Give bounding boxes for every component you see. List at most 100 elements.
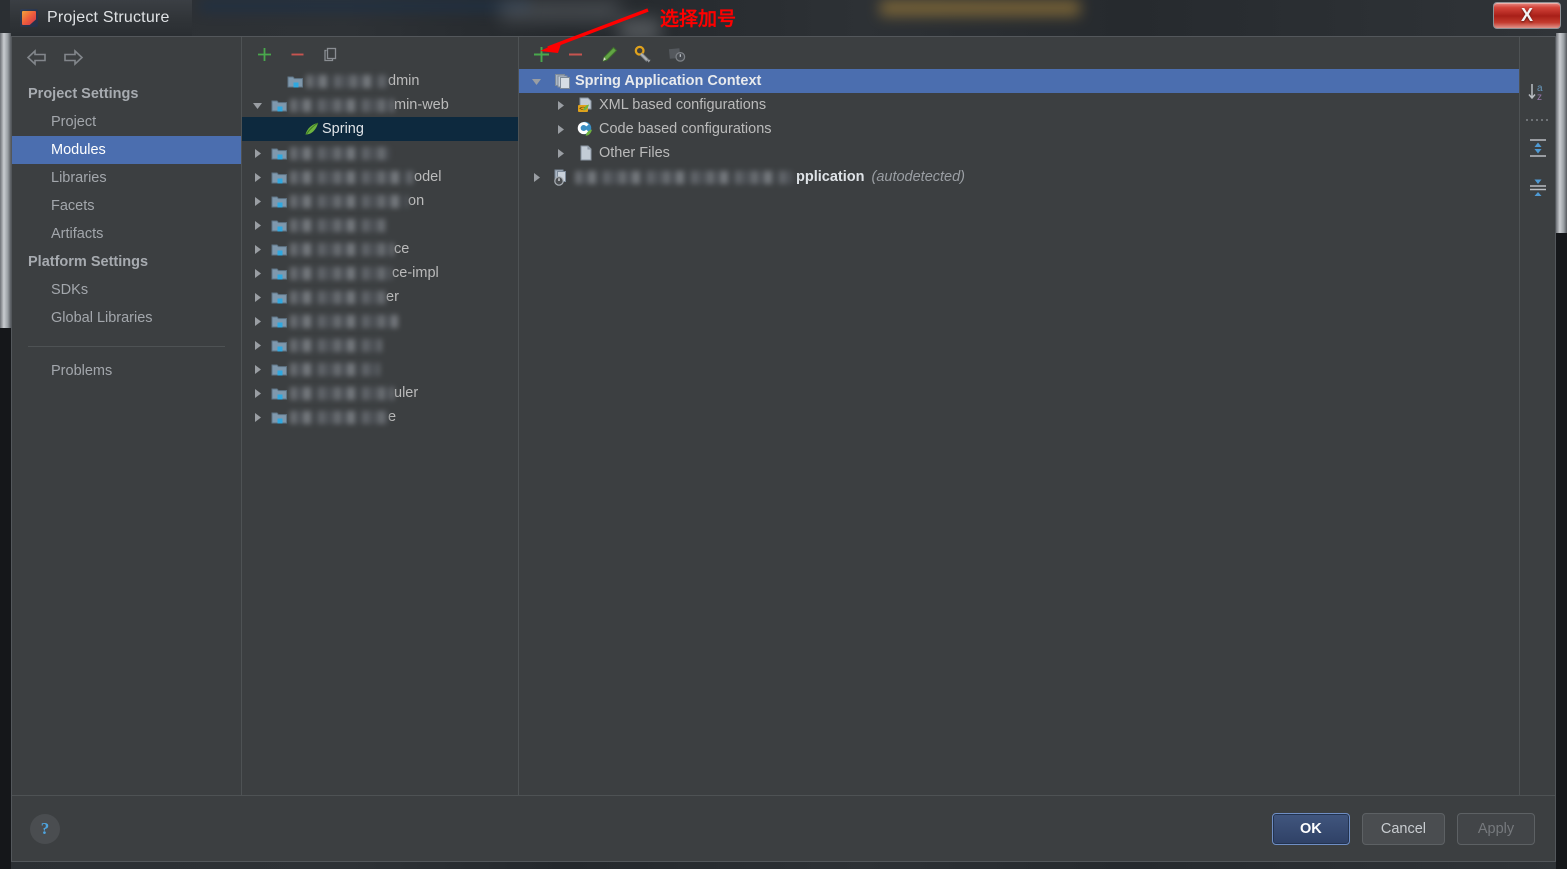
ok-button[interactable]: OK bbox=[1271, 812, 1350, 845]
twisty-collapsed-icon[interactable] bbox=[246, 172, 268, 183]
xml-config-icon: <> bbox=[573, 97, 599, 113]
module-tree-row[interactable]: uler bbox=[242, 381, 518, 405]
redacted-text bbox=[290, 194, 408, 208]
arrow-left-icon[interactable] bbox=[26, 49, 48, 66]
module-tree-row[interactable] bbox=[242, 213, 518, 237]
module-row-suffix: odel bbox=[414, 169, 442, 185]
module-icon bbox=[268, 362, 290, 377]
add-facet-button[interactable] bbox=[531, 44, 551, 64]
sidebar-item-libraries[interactable]: Libraries bbox=[12, 164, 241, 192]
configure-facet-button[interactable] bbox=[633, 44, 653, 64]
sidebar-divider bbox=[28, 346, 225, 347]
twisty-collapsed-icon[interactable] bbox=[547, 124, 573, 135]
project-structure-dialog: Project Settings Project Modules Librari… bbox=[11, 36, 1556, 862]
module-tree-row[interactable]: on bbox=[242, 189, 518, 213]
cancel-button[interactable]: Cancel bbox=[1361, 812, 1445, 845]
twisty-collapsed-icon[interactable] bbox=[246, 268, 268, 279]
edit-facet-button[interactable] bbox=[599, 44, 619, 64]
module-row-suffix: ce-impl bbox=[392, 265, 439, 281]
sidebar-item-facets[interactable]: Facets bbox=[12, 192, 241, 220]
module-tree-row[interactable]: min-web bbox=[242, 93, 518, 117]
twisty-collapsed-icon[interactable] bbox=[246, 340, 268, 351]
remove-module-button[interactable] bbox=[287, 44, 307, 64]
module-icon bbox=[268, 146, 290, 161]
module-row-label: uler bbox=[290, 385, 418, 401]
svg-text:z: z bbox=[1537, 92, 1542, 103]
sidebar-item-project[interactable]: Project bbox=[12, 108, 241, 136]
facet-detail-panel: Spring Application Context <> XML based co… bbox=[519, 37, 1519, 795]
module-row-label: min-web bbox=[290, 97, 449, 113]
question-mark-icon[interactable]: ? bbox=[30, 813, 60, 844]
twisty-collapsed-icon[interactable] bbox=[547, 148, 573, 159]
twisty-collapsed-icon[interactable] bbox=[246, 388, 268, 399]
settings-sidebar: Project Settings Project Modules Librari… bbox=[12, 37, 242, 795]
remove-facet-button[interactable] bbox=[565, 44, 585, 64]
twisty-collapsed-icon[interactable] bbox=[246, 292, 268, 303]
arrow-right-icon[interactable] bbox=[62, 49, 84, 66]
window-scrollbar-right[interactable] bbox=[1556, 33, 1567, 869]
facet-tree-row[interactable]: Other Files bbox=[519, 141, 1519, 165]
facet-row-text: XML based configurations bbox=[599, 97, 767, 113]
module-row-label: on bbox=[290, 193, 424, 209]
module-row-suffix: er bbox=[386, 289, 399, 305]
sidebar-group-platform-settings: Platform Settings bbox=[28, 254, 149, 270]
module-tree-row[interactable]: dmin bbox=[242, 69, 518, 93]
redacted-text bbox=[290, 146, 390, 160]
twisty-expanded-icon[interactable] bbox=[246, 100, 268, 111]
sidebar-item-modules[interactable]: Modules bbox=[12, 136, 241, 164]
sidebar-item-sdks[interactable]: SDKs bbox=[12, 276, 241, 304]
module-icon bbox=[268, 170, 290, 185]
module-tree-row[interactable]: er bbox=[242, 285, 518, 309]
module-tree-row[interactable]: e bbox=[242, 405, 518, 429]
modules-tree[interactable]: dmin min-web Spring odel on ce ce-impl er uler e bbox=[242, 67, 518, 795]
redacted-text bbox=[290, 386, 394, 400]
add-module-button[interactable] bbox=[254, 44, 274, 64]
twisty-collapsed-icon[interactable] bbox=[246, 148, 268, 159]
copy-module-button[interactable] bbox=[320, 44, 340, 64]
module-row-label bbox=[290, 313, 398, 329]
twisty-collapsed-icon[interactable] bbox=[523, 172, 549, 183]
redacted-text bbox=[290, 98, 394, 112]
twisty-collapsed-icon[interactable] bbox=[246, 220, 268, 231]
facet-tree-row[interactable]: <> XML based configurations bbox=[519, 93, 1519, 117]
autodetected-note: (autodetected) bbox=[871, 169, 965, 185]
sort-az-icon[interactable]: a z bbox=[1525, 79, 1551, 105]
twisty-expanded-icon[interactable] bbox=[523, 76, 549, 87]
module-icon bbox=[268, 410, 290, 425]
facet-toolbar bbox=[519, 37, 1519, 67]
sidebar-group-project-settings: Project Settings bbox=[28, 86, 139, 102]
expand-all-icon[interactable] bbox=[1525, 135, 1551, 161]
navigation-arrows bbox=[12, 41, 241, 80]
module-icon bbox=[284, 74, 306, 89]
redacted-text bbox=[290, 338, 382, 352]
twisty-collapsed-icon[interactable] bbox=[246, 412, 268, 423]
window-scrollbar-left[interactable] bbox=[0, 33, 11, 869]
twisty-collapsed-icon[interactable] bbox=[246, 316, 268, 327]
module-tree-row[interactable]: ce-impl bbox=[242, 261, 518, 285]
sidebar-item-artifacts[interactable]: Artifacts bbox=[12, 220, 241, 248]
sidebar-item-problems[interactable]: Problems bbox=[12, 357, 241, 385]
module-tree-row[interactable] bbox=[242, 309, 518, 333]
module-tree-row[interactable] bbox=[242, 141, 518, 165]
facet-tree-row[interactable]: pplication (autodetected) bbox=[519, 165, 1519, 189]
module-tree-row[interactable] bbox=[242, 357, 518, 381]
project-structure-window: Project Structure X Project Settings Pro… bbox=[0, 0, 1567, 869]
module-tree-row[interactable] bbox=[242, 333, 518, 357]
facet-tree[interactable]: Spring Application Context <> XML based co… bbox=[519, 67, 1519, 795]
twisty-collapsed-icon[interactable] bbox=[246, 196, 268, 207]
facet-row-text: Code based configurations bbox=[599, 121, 772, 137]
twisty-collapsed-icon[interactable] bbox=[547, 100, 573, 111]
module-tree-row[interactable]: ce bbox=[242, 237, 518, 261]
facet-tree-row[interactable]: Code based configurations bbox=[519, 117, 1519, 141]
module-row-label: Spring bbox=[322, 121, 364, 137]
sidebar-item-global-libraries[interactable]: Global Libraries bbox=[12, 304, 241, 332]
twisty-collapsed-icon[interactable] bbox=[246, 244, 268, 255]
autodetected-icon bbox=[549, 169, 575, 186]
module-icon bbox=[268, 218, 290, 233]
module-tree-row[interactable]: odel bbox=[242, 165, 518, 189]
collapse-all-icon[interactable] bbox=[1525, 173, 1551, 199]
modules-panel: dmin min-web Spring odel on ce ce-impl er uler e bbox=[242, 37, 519, 795]
module-tree-row-selected[interactable]: Spring bbox=[242, 117, 518, 141]
twisty-collapsed-icon[interactable] bbox=[246, 364, 268, 375]
facet-tree-row-selected[interactable]: Spring Application Context bbox=[519, 69, 1519, 93]
